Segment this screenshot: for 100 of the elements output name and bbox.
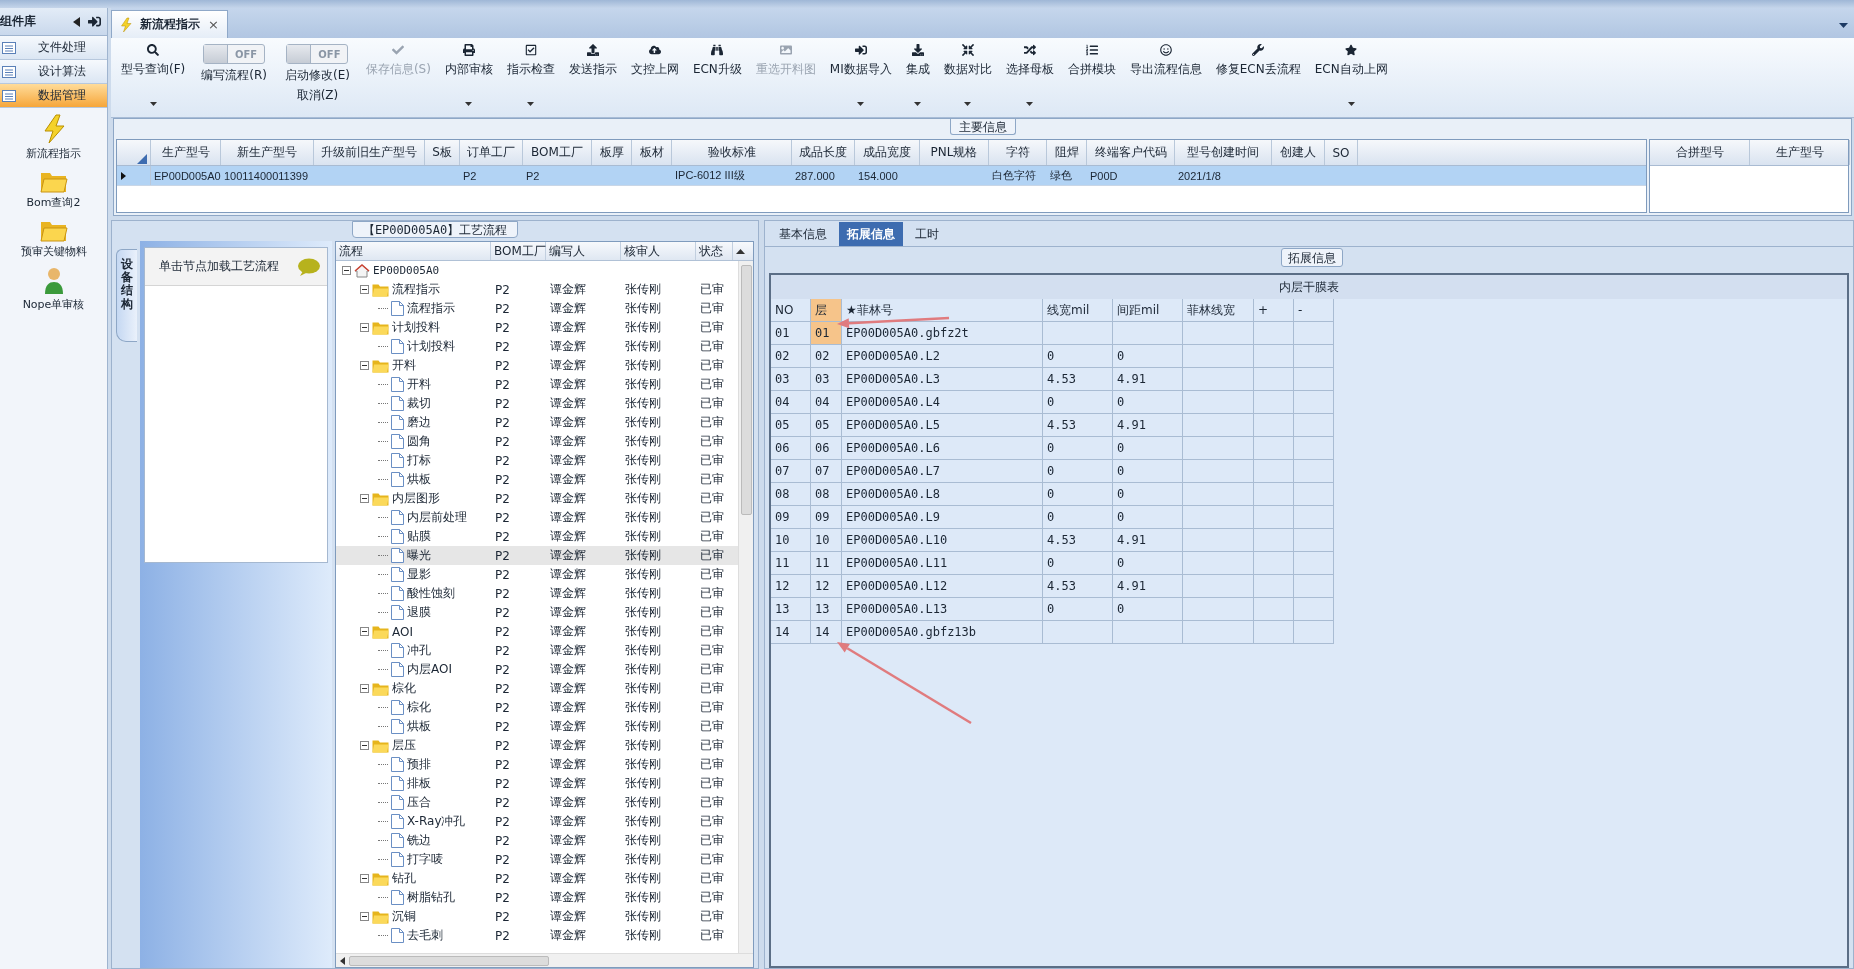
tree-row[interactable]: 退膜 P2 谭金辉 张传刚 已审	[336, 603, 738, 622]
column-header[interactable]: 菲林线宽	[1183, 299, 1254, 322]
toolbar-button[interactable]: 选择母板	[999, 42, 1060, 114]
collapse-icon[interactable]	[360, 361, 369, 370]
toolbar-button[interactable]: ECN自动上网	[1308, 42, 1394, 114]
toolbar-button[interactable]: 修复ECN丢流程	[1209, 42, 1307, 114]
tree-node-label[interactable]: 曝光	[407, 547, 431, 564]
toolbar-button[interactable]: 内部审核	[438, 42, 499, 114]
table-cell[interactable]: 09	[811, 506, 842, 529]
nav-item[interactable]: 设计算法	[0, 60, 107, 84]
collapse-icon[interactable]	[360, 874, 369, 883]
column-header[interactable]: 生产型号	[1750, 140, 1850, 165]
tree-node-label[interactable]: 裁切	[407, 395, 431, 412]
column-header[interactable]: 核审人	[621, 242, 696, 260]
tree-node-label[interactable]: AOI	[392, 624, 413, 639]
tree-row[interactable]: 显影 P2 谭金辉 张传刚 已审	[336, 565, 738, 584]
tree-node-label[interactable]: X-Ray冲孔	[407, 813, 466, 830]
tree-row[interactable]: 酸性蚀刻 P2 谭金辉 张传刚 已审	[336, 584, 738, 603]
tree-node-label[interactable]: 计划投料	[392, 319, 440, 336]
tree-row[interactable]: X-Ray冲孔 P2 谭金辉 张传刚 已审	[336, 812, 738, 831]
column-header[interactable]: 层	[811, 299, 842, 322]
toolbar-button[interactable]: 指示检查	[500, 42, 561, 114]
column-header[interactable]: SO	[1325, 140, 1358, 165]
table-cell[interactable]: 11	[811, 552, 842, 575]
table-cell[interactable]: 07	[811, 460, 842, 483]
tree-row[interactable]: 冲孔 P2 谭金辉 张传刚 已审	[336, 641, 738, 660]
tree-row[interactable]: 钻孔 P2 谭金辉 张传刚 已审	[336, 869, 738, 888]
tree-row[interactable]: 排板 P2 谭金辉 张传刚 已审	[336, 774, 738, 793]
tree-node-label[interactable]: 显影	[407, 566, 431, 583]
tree-node-label[interactable]: 内层图形	[392, 490, 440, 507]
tree-node-label[interactable]: 开料	[392, 357, 416, 374]
column-header[interactable]: 间距mil	[1113, 299, 1183, 322]
tree-node-label[interactable]: 棕化	[407, 699, 431, 716]
column-header[interactable]: 状态	[696, 242, 733, 260]
table-cell[interactable]: 08	[811, 483, 842, 506]
collapse-icon[interactable]	[360, 741, 369, 750]
toolbar-button[interactable]: 发送指示	[562, 42, 623, 114]
tree-node-label[interactable]: 酸性蚀刻	[407, 585, 455, 602]
column-header[interactable]: 流程	[336, 242, 491, 260]
collapse-icon[interactable]	[360, 285, 369, 294]
horizontal-scrollbar[interactable]	[336, 953, 753, 967]
toolbar-button[interactable]: 文控上网	[624, 42, 685, 114]
tree-row[interactable]: 层压 P2 谭金辉 张传刚 已审	[336, 736, 738, 755]
tree-row[interactable]: 裁切 P2 谭金辉 张传刚 已审	[336, 394, 738, 413]
column-header[interactable]: 验收标准	[672, 140, 792, 165]
column-header[interactable]: BOM工厂	[523, 140, 592, 165]
tree-node-label[interactable]: 圆角	[407, 433, 431, 450]
tree-row[interactable]: 曝光 P2 谭金辉 张传刚 已审	[336, 546, 738, 565]
tree-node-label[interactable]: 打标	[407, 452, 431, 469]
tree-row[interactable]: 烘板 P2 谭金辉 张传刚 已审	[336, 717, 738, 736]
collapse-icon[interactable]	[360, 627, 369, 636]
scroll-up-icon[interactable]	[736, 249, 745, 254]
column-header[interactable]: 成品长度	[792, 140, 855, 165]
toolbar-button[interactable]: 导出流程信息	[1123, 42, 1208, 114]
tree-node-label[interactable]: 打字唛	[407, 851, 443, 868]
launcher-label[interactable]: 预审关键物料	[20, 244, 87, 259]
column-header[interactable]: BOM工厂	[491, 242, 546, 260]
tree-node-label[interactable]: EP00D005A0	[373, 264, 440, 277]
tree-row[interactable]: AOI P2 谭金辉 张传刚 已审	[336, 622, 738, 641]
tree-node-label[interactable]: 棕化	[392, 680, 416, 697]
table-cell[interactable]: 13	[811, 598, 842, 621]
tree-row[interactable]: 贴膜 P2 谭金辉 张传刚 已审	[336, 527, 738, 546]
collapse-left-icon[interactable]	[73, 16, 80, 27]
nav-item[interactable]: 数据管理	[0, 84, 107, 108]
side-tab[interactable]: 设备结构	[116, 249, 137, 342]
tree-node-label[interactable]: 贴膜	[407, 528, 431, 545]
table-cell[interactable]: 04	[811, 391, 842, 414]
column-header[interactable]: 终端客户代码	[1087, 140, 1175, 165]
nav-item[interactable]: 文件处理	[0, 36, 107, 60]
toolbar-button[interactable]: MI数据导入	[823, 42, 898, 114]
column-header[interactable]: 阻焊	[1047, 140, 1087, 165]
tree-node-label[interactable]: 退膜	[407, 604, 431, 621]
tree-row[interactable]: 圆角 P2 谭金辉 张传刚 已审	[336, 432, 738, 451]
tree-node-label[interactable]: 烘板	[407, 471, 431, 488]
tab[interactable]: 工时	[907, 222, 947, 246]
table-cell[interactable]: 02	[811, 345, 842, 368]
column-header[interactable]: 订单工厂	[460, 140, 523, 165]
tree-row[interactable]: 棕化 P2 谭金辉 张传刚 已审	[336, 679, 738, 698]
tree-node-label[interactable]: 磨边	[407, 414, 431, 431]
table-cell[interactable]: 12	[811, 575, 842, 598]
tree-row[interactable]: 棕化 P2 谭金辉 张传刚 已审	[336, 698, 738, 717]
select-all-icon[interactable]	[137, 153, 147, 164]
tree-row[interactable]: 磨边 P2 谭金辉 张传刚 已审	[336, 413, 738, 432]
column-header[interactable]: 字符	[989, 140, 1047, 165]
tree-row[interactable]: 计划投料 P2 谭金辉 张传刚 已审	[336, 318, 738, 337]
table-cell[interactable]: 03	[811, 368, 842, 391]
sign-in-icon[interactable]	[88, 15, 101, 28]
column-header[interactable]: 升级前旧生产型号	[314, 140, 425, 165]
tree-row[interactable]: 打字唛 P2 谭金辉 张传刚 已审	[336, 850, 738, 869]
tab[interactable]: 拓展信息	[839, 222, 903, 246]
tree-row[interactable]: 流程指示 P2 谭金辉 张传刚 已审	[336, 280, 738, 299]
scroll-left-icon[interactable]	[340, 956, 345, 965]
tree-row[interactable]: 沉铜 P2 谭金辉 张传刚 已审	[336, 907, 738, 926]
tree-row[interactable]: 预排 P2 谭金辉 张传刚 已审	[336, 755, 738, 774]
column-header[interactable]: 成品宽度	[855, 140, 920, 165]
tree-node-label[interactable]: 去毛刺	[407, 927, 443, 944]
column-header[interactable]: 创建人	[1272, 140, 1325, 165]
tree-node-label[interactable]: 内层AOI	[407, 661, 452, 678]
tab[interactable]: 基本信息	[771, 222, 835, 246]
column-header[interactable]: +	[1254, 299, 1294, 322]
